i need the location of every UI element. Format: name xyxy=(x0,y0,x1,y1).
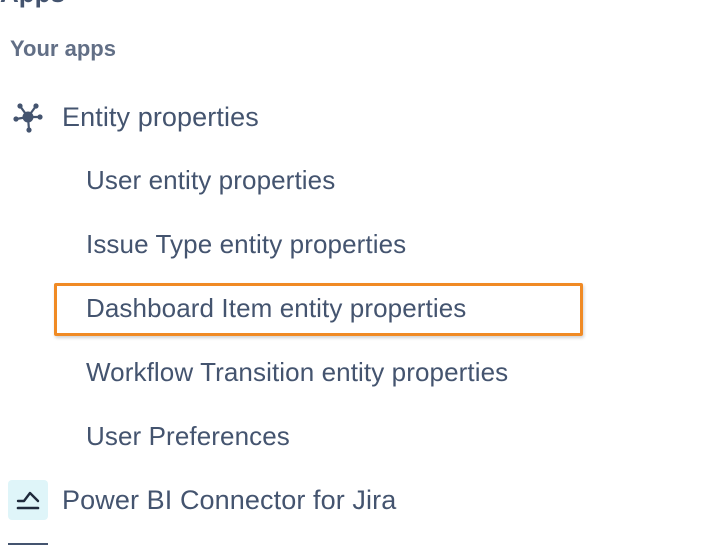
apps-sidebar-panel: Apps Your apps xyxy=(0,0,706,546)
nav-item-dashboard-item-entity-properties[interactable]: Dashboard Item entity properties xyxy=(58,284,586,332)
app-title: Power BI Connector for Jira xyxy=(62,484,397,515)
app-entity-properties[interactable]: Entity properties xyxy=(8,95,259,139)
app-title: Entity properties xyxy=(62,101,259,132)
power-bi-connector-icon xyxy=(8,480,48,520)
divider xyxy=(8,543,48,545)
network-nodes-icon xyxy=(8,97,48,137)
nav-item-user-entity-properties[interactable]: User entity properties xyxy=(58,156,586,204)
nav-item-issue-type-entity-properties[interactable]: Issue Type entity properties xyxy=(58,220,586,268)
app-power-bi-connector[interactable]: Power BI Connector for Jira xyxy=(8,478,396,522)
power-bi-icon-background xyxy=(8,480,48,520)
your-apps-label: Your apps xyxy=(10,36,116,61)
sidebar-heading-cut: Apps xyxy=(0,0,65,9)
nav-item-user-preferences[interactable]: User Preferences xyxy=(58,412,586,460)
nav-item-workflow-transition-entity-properties[interactable]: Workflow Transition entity properties xyxy=(58,348,586,396)
